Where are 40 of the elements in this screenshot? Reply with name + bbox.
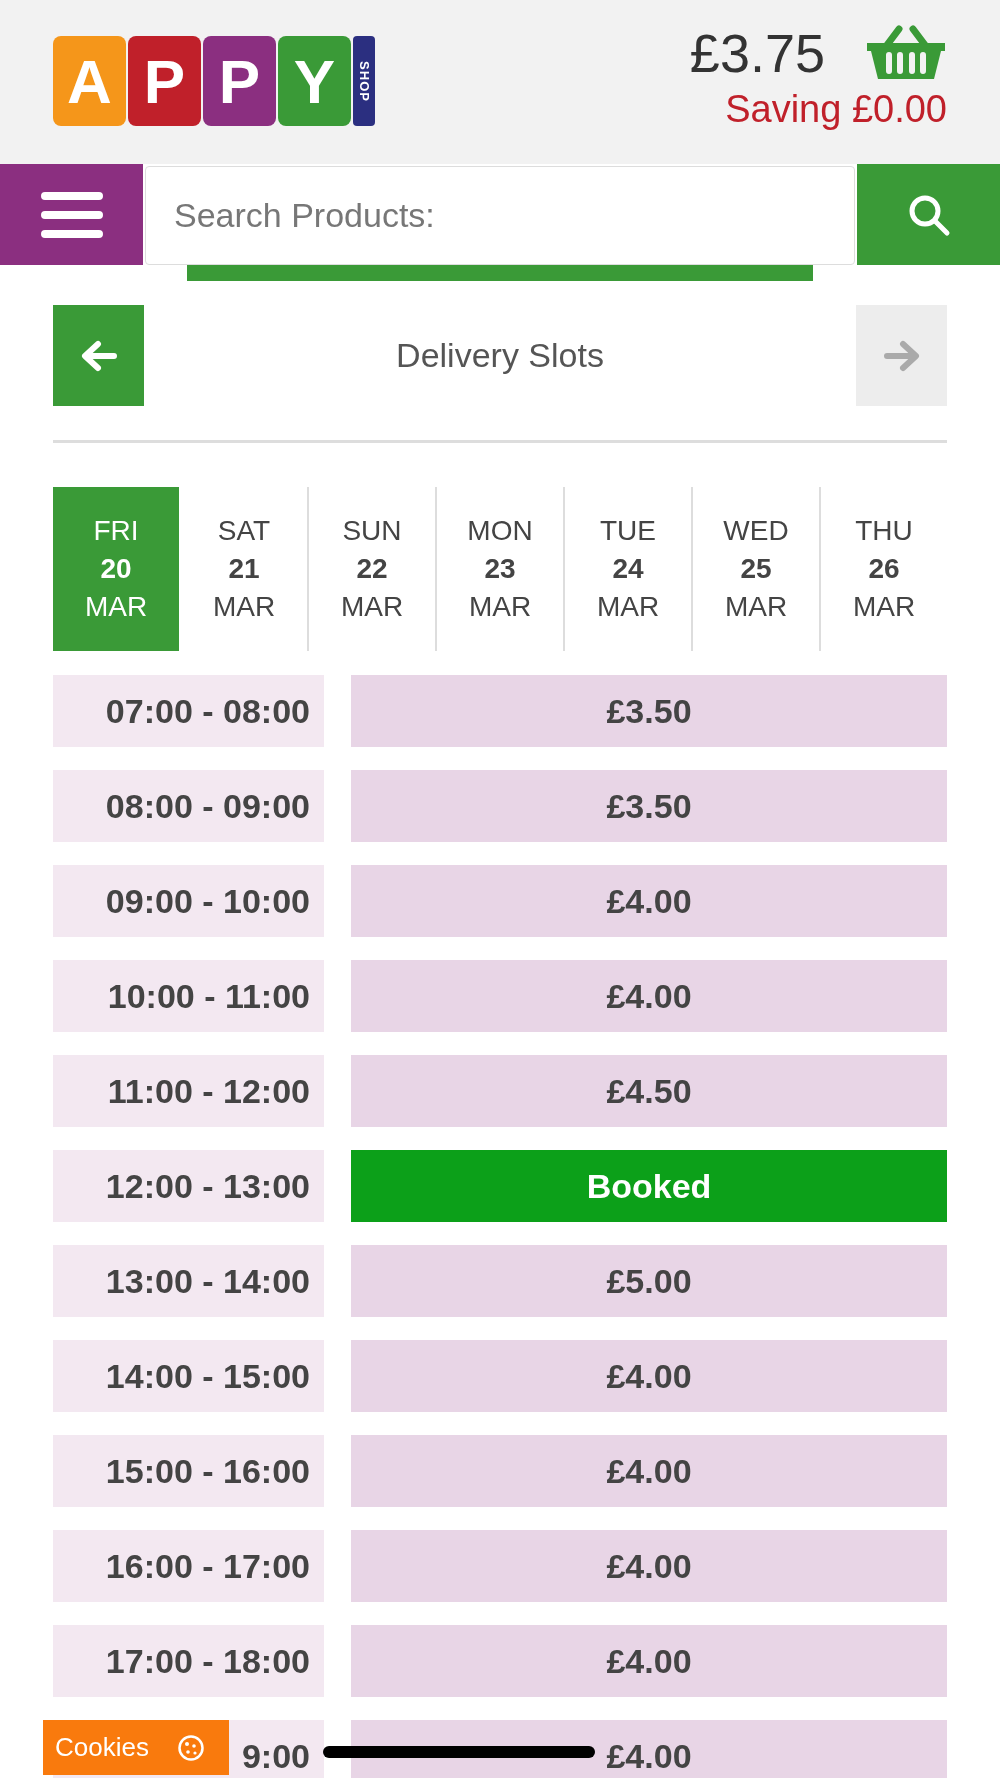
slot-price-button[interactable]: £4.00 — [351, 1530, 947, 1602]
slot-price-button[interactable]: £4.00 — [351, 1340, 947, 1412]
page-title: Delivery Slots — [395, 336, 605, 375]
slot-price-button[interactable]: £4.00 — [351, 1720, 947, 1778]
time-cell: 10:00 - 11:00 — [53, 960, 324, 1032]
day-tab[interactable]: FRI 20 MAR — [53, 487, 179, 651]
slot-price-button[interactable]: £4.00 — [351, 960, 947, 1032]
cookie-icon — [176, 1733, 205, 1762]
time-cell: 14:00 - 15:00 — [53, 1340, 324, 1412]
logo-letter: Y — [278, 36, 351, 126]
search-button[interactable] — [857, 164, 1000, 265]
time-cell: 08:00 - 09:00 — [53, 770, 324, 842]
slot-price-button[interactable]: £4.00 — [351, 1435, 947, 1507]
time-cell: 07:00 - 08:00 — [53, 675, 324, 747]
logo-letter: P — [203, 36, 276, 126]
slot-price-button[interactable]: £4.50 — [351, 1055, 947, 1127]
right-arrow-icon — [882, 339, 921, 372]
time-cell: 17:00 - 18:00 — [53, 1625, 324, 1697]
search-field[interactable]: Search Products: — [145, 166, 855, 265]
time-cell: 09:00 - 10:00 — [53, 865, 324, 937]
time-cell: 12:00 - 13:00 — [53, 1150, 324, 1222]
slot-price-button[interactable]: £4.00 — [351, 865, 947, 937]
menu-button[interactable] — [0, 164, 143, 265]
logo-letter: P — [128, 36, 201, 126]
slot-price-button[interactable]: £3.50 — [351, 770, 947, 842]
time-cell: 15:00 - 16:00 — [53, 1435, 324, 1507]
time-cell: 11:00 - 12:00 — [53, 1055, 324, 1127]
slot-price-button[interactable]: £4.00 — [351, 1625, 947, 1697]
logo-letter: A — [53, 36, 126, 126]
previous-button[interactable] — [53, 305, 144, 406]
left-arrow-icon — [79, 339, 118, 372]
time-cell: 16:00 - 17:00 — [53, 1530, 324, 1602]
time-cell: 13:00 - 14:00 — [53, 1245, 324, 1317]
logo-tag: SHOP — [353, 36, 375, 126]
basket-icon[interactable] — [865, 25, 947, 81]
saving-amount: Saving £0.00 — [725, 88, 947, 131]
basket-total: £3.75 — [689, 22, 825, 84]
menu-icon — [40, 190, 103, 239]
slot-price-button[interactable]: £3.50 — [351, 675, 947, 747]
slot-price-button[interactable]: £5.00 — [351, 1245, 947, 1317]
